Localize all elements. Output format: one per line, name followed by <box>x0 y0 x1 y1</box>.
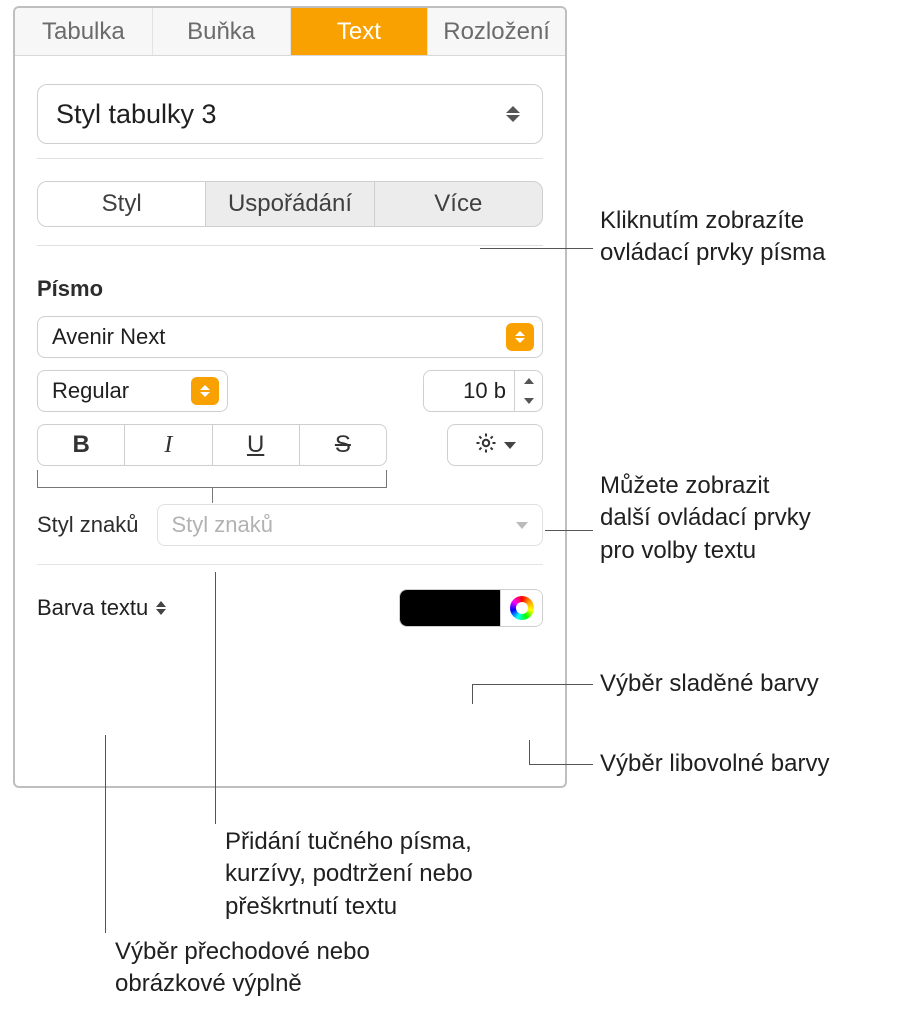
text-subtabs: Styl Uspořádání Více <box>37 181 543 227</box>
bracket-decoration <box>37 470 387 488</box>
subtab-usporadani[interactable]: Uspořádání <box>206 182 374 226</box>
callout-line <box>472 684 473 704</box>
tab-tabulka[interactable]: Tabulka <box>15 8 153 55</box>
text-color-label: Barva textu <box>37 595 148 621</box>
font-section-label: Písmo <box>37 276 543 302</box>
callout-line <box>529 740 530 764</box>
character-style-dropdown[interactable]: Styl znaků <box>157 504 544 546</box>
chevron-updown-icon <box>156 601 166 615</box>
paragraph-style-dropdown[interactable]: Styl tabulky 3 <box>37 84 543 144</box>
top-tabs: Tabulka Buňka Text Rozložení <box>15 8 565 56</box>
underline-button[interactable]: U <box>213 425 300 465</box>
font-size-value: 10 b <box>424 378 514 404</box>
font-size-stepper[interactable]: 10 b <box>423 370 543 412</box>
callout-text-options: Můžete zobrazit další ovládací prvky pro… <box>600 470 890 567</box>
callout-line <box>472 684 593 685</box>
font-weight-dropdown[interactable]: Regular <box>37 370 228 412</box>
tab-bunka[interactable]: Buňka <box>153 8 291 55</box>
callout-line <box>529 764 593 765</box>
inspector-panel: Tabulka Buňka Text Rozložení Styl tabulk… <box>13 6 567 788</box>
subtab-vice[interactable]: Více <box>375 182 542 226</box>
font-weight-value: Regular <box>52 378 129 404</box>
character-style-placeholder: Styl znaků <box>172 512 274 538</box>
paragraph-style-value: Styl tabulky 3 <box>56 99 217 130</box>
chevron-updown-icon <box>504 106 522 122</box>
color-wheel-button[interactable] <box>500 590 542 626</box>
text-style-group: B I U S <box>37 424 387 466</box>
color-swatch-button[interactable] <box>400 590 500 626</box>
callout-line <box>215 572 216 824</box>
callout-text-color: Výběr přechodové nebo obrázkové výplně <box>115 936 455 1001</box>
text-options-button[interactable] <box>447 424 543 466</box>
text-color-dropdown[interactable]: Barva textu <box>37 595 166 621</box>
color-wells <box>399 589 543 627</box>
tab-rozlozeni[interactable]: Rozložení <box>428 8 565 55</box>
callout-bius: Přidání tučného písma, kurzívy, podtržen… <box>225 826 565 923</box>
font-family-dropdown[interactable]: Avenir Next <box>37 316 543 358</box>
callout-line <box>105 735 106 933</box>
chevron-down-icon <box>504 442 516 449</box>
stepper-icon <box>191 377 219 405</box>
divider <box>37 564 543 565</box>
color-wheel-icon <box>510 596 534 620</box>
tab-text[interactable]: Text <box>291 8 429 55</box>
callout-color-swatch: Výběr sladěné barvy <box>600 668 819 700</box>
bold-button[interactable]: B <box>38 425 125 465</box>
character-style-label: Styl znaků <box>37 512 139 538</box>
stepper-icon <box>506 323 534 351</box>
divider <box>37 245 543 246</box>
strikethrough-button[interactable]: S <box>300 425 386 465</box>
callout-line <box>545 530 593 531</box>
callout-font-controls: Kliknutím zobrazíte ovládací prvky písma <box>600 205 890 270</box>
font-family-value: Avenir Next <box>52 324 165 350</box>
subtab-styl[interactable]: Styl <box>38 182 206 226</box>
italic-button[interactable]: I <box>125 425 212 465</box>
divider <box>37 158 543 159</box>
stepper-icon <box>514 371 542 411</box>
gear-icon <box>474 431 498 460</box>
callout-line <box>480 248 593 249</box>
callout-color-wheel: Výběr libovolné barvy <box>600 748 829 780</box>
chevron-down-icon <box>516 522 528 529</box>
